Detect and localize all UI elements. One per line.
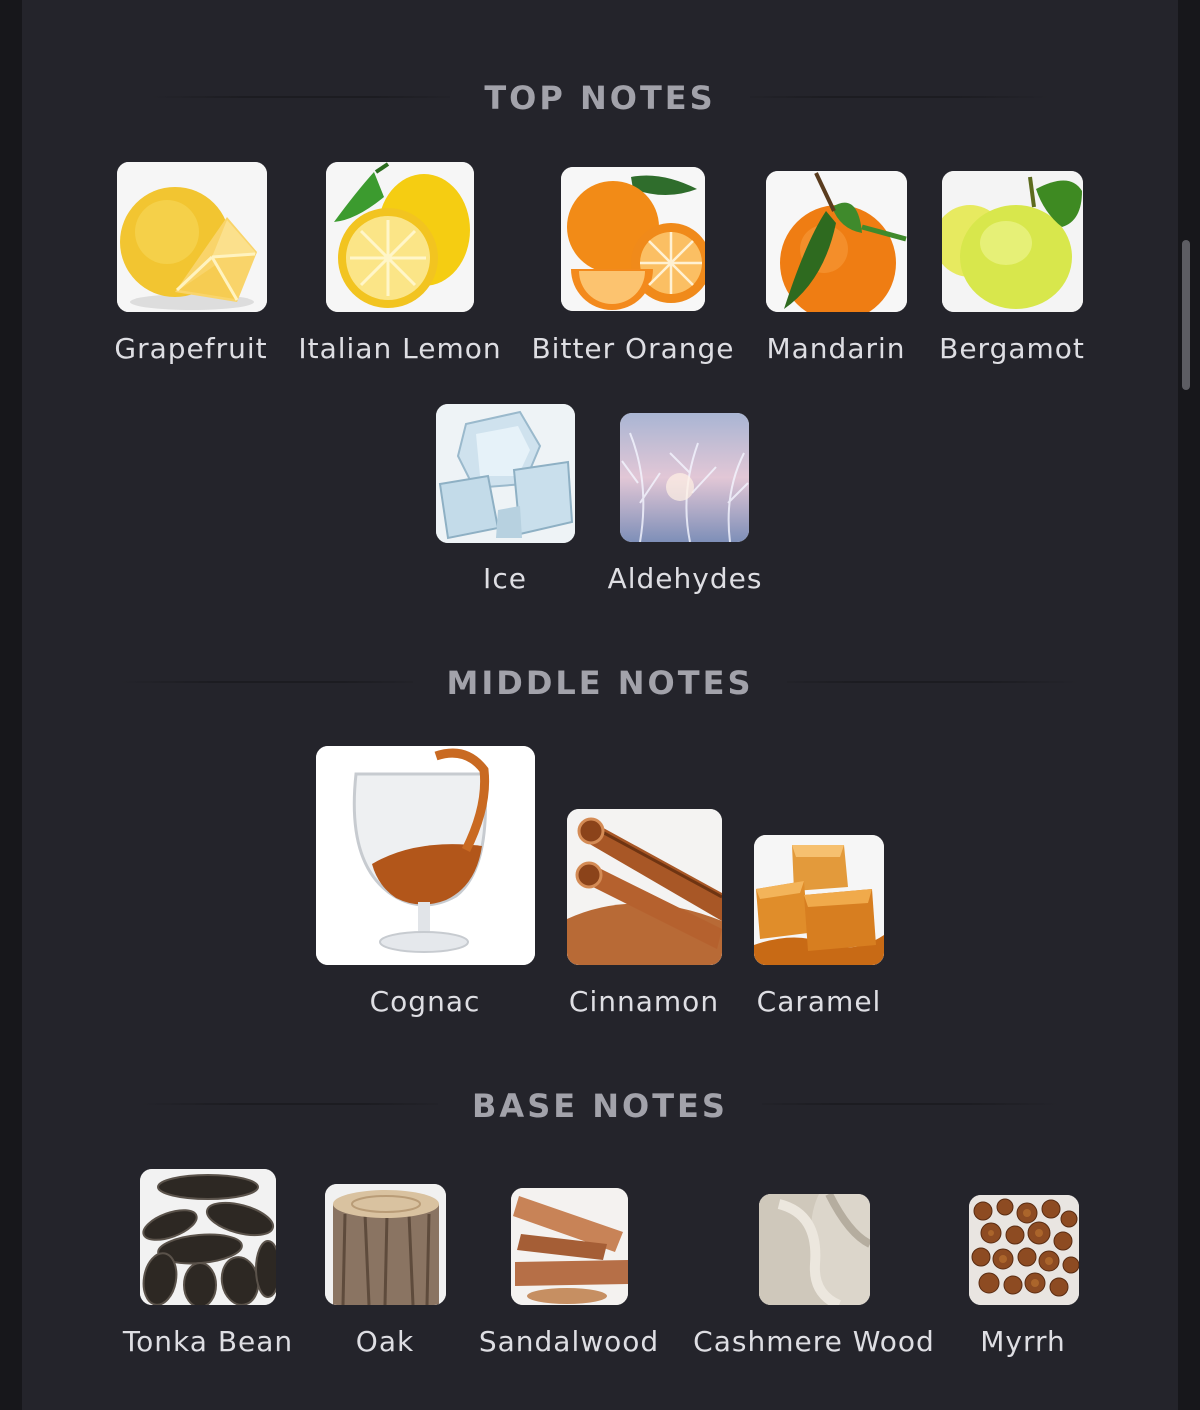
lemon-icon [326,162,474,312]
mandarin-icon [766,171,907,312]
note-label: Bitter Orange [531,332,735,365]
caramel-icon [754,835,884,965]
note-label: Aldehydes [607,562,763,595]
note-label: Cinnamon [568,985,720,1018]
note-label: Grapefruit [114,332,268,365]
note-label: Bergamot [939,332,1085,365]
sandalwood-icon [511,1188,628,1305]
note-label: Italian Lemon [298,332,502,365]
note-label: Cognac [369,985,481,1018]
note-label: Sandalwood [478,1325,660,1358]
aldehydes-icon [620,413,749,542]
cinnamon-icon [567,809,722,965]
tonka-bean-icon [140,1169,276,1305]
bitter-orange-icon [561,167,705,311]
note-label: Ice [483,562,527,595]
note-label: Tonka Bean [122,1325,294,1358]
bergamot-icon [942,171,1083,312]
top-notes-title: TOP NOTES [0,79,1200,117]
note-label: Caramel [756,985,882,1018]
grapefruit-icon [117,162,267,312]
myrrh-icon [969,1195,1079,1305]
note-label: Mandarin [766,332,906,365]
ice-icon [436,404,575,543]
note-label: Myrrh [980,1325,1066,1358]
note-label: Oak [355,1325,415,1358]
cashmere-wood-icon [759,1194,870,1305]
note-label: Cashmere Wood [693,1325,935,1358]
middle-notes-title: MIDDLE NOTES [0,664,1200,702]
scrollbar[interactable] [1182,240,1190,390]
base-notes-title: BASE NOTES [0,1087,1200,1125]
oak-icon [325,1184,446,1305]
cognac-icon [316,746,535,965]
